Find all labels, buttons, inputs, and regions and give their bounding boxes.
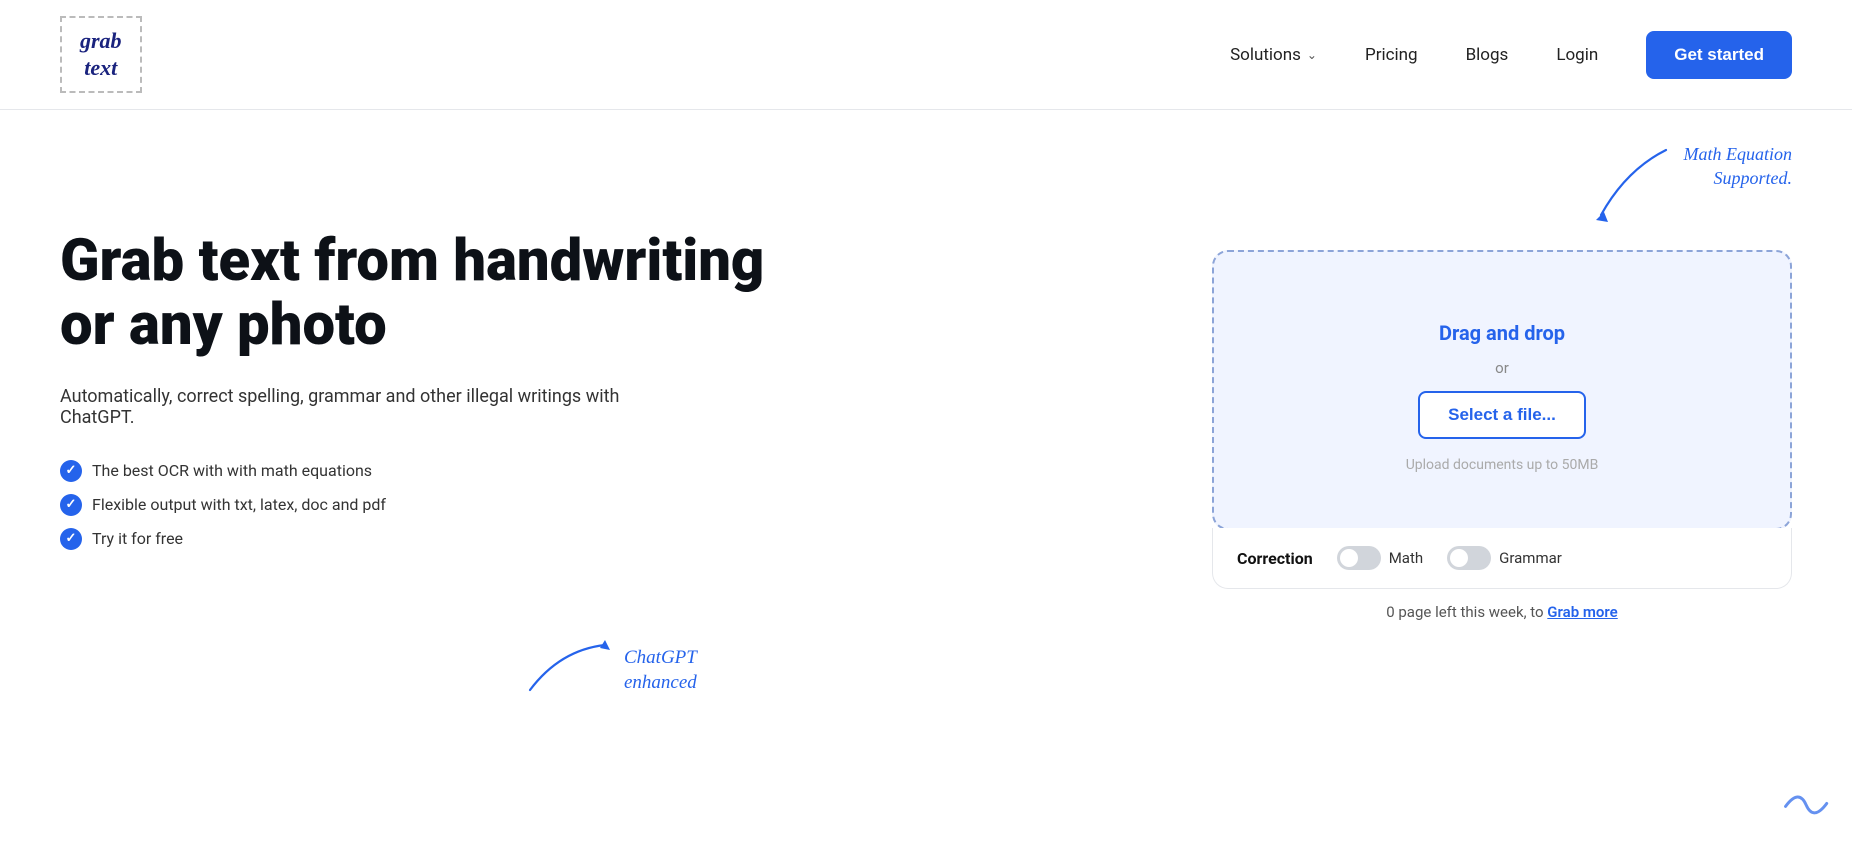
math-annotation: Math EquationSupported. (1546, 140, 1793, 230)
logo-line2: text (80, 55, 122, 81)
feature-list: The best OCR with with math equations Fl… (60, 460, 1152, 550)
upload-dropzone[interactable]: Drag and drop or Select a file... Upload… (1212, 250, 1792, 530)
feature-item-3: Try it for free (60, 528, 1152, 550)
page-left-bar: 0 page left this week, to Grab more (1212, 589, 1792, 629)
nav-login[interactable]: Login (1556, 45, 1598, 65)
math-toggle[interactable] (1337, 546, 1381, 570)
page-left-text: 0 page left this week, to (1386, 603, 1543, 621)
feature-item-2: Flexible output with txt, latex, doc and… (60, 494, 1152, 516)
correction-bar: Correction Math Grammar (1212, 528, 1792, 589)
hero-section: Grab text from handwriting or any photo … (60, 170, 1152, 550)
nav-solutions[interactable]: Solutions ⌄ (1230, 45, 1317, 65)
drag-drop-label: Drag and drop (1439, 321, 1565, 345)
or-label: or (1495, 359, 1509, 377)
check-icon-3 (60, 528, 82, 550)
hero-title: Grab text from handwriting or any photo (60, 230, 780, 358)
feature-item-1: The best OCR with with math equations (60, 460, 1152, 482)
correction-label: Correction (1237, 549, 1313, 568)
upload-section: Math EquationSupported. Drag and drop or… (1212, 170, 1792, 629)
grammar-toggle[interactable] (1447, 546, 1491, 570)
select-file-button[interactable]: Select a file... (1418, 391, 1586, 439)
grab-more-link[interactable]: Grab more (1547, 603, 1617, 621)
logo[interactable]: grab text (60, 16, 142, 93)
math-arrow-icon (1546, 140, 1676, 230)
get-started-button[interactable]: Get started (1646, 31, 1792, 79)
math-toggle-label: Math (1389, 549, 1423, 567)
chatgpt-label: ChatGPTenhanced (624, 645, 697, 696)
header: grab text Solutions ⌄ Pricing Blogs Logi… (0, 0, 1852, 110)
chevron-down-icon: ⌄ (1307, 48, 1317, 62)
check-icon-2 (60, 494, 82, 516)
check-icon-1 (60, 460, 82, 482)
logo-line1: grab (80, 28, 122, 54)
hero-subtitle: Automatically, correct spelling, grammar… (60, 386, 640, 428)
wave-decoration-icon (1777, 766, 1837, 834)
feature-text-3: Try it for free (92, 529, 183, 548)
chatgpt-annotation: ChatGPTenhanced (520, 630, 697, 700)
math-equation-label: Math EquationSupported. (1684, 140, 1793, 191)
math-toggle-group: Math (1337, 546, 1423, 570)
upload-hint: Upload documents up to 50MB (1406, 457, 1599, 473)
nav-blogs[interactable]: Blogs (1466, 45, 1509, 65)
feature-text-1: The best OCR with with math equations (92, 461, 372, 480)
grammar-toggle-group: Grammar (1447, 546, 1562, 570)
feature-text-2: Flexible output with txt, latex, doc and… (92, 495, 386, 514)
grammar-toggle-label: Grammar (1499, 549, 1562, 567)
nav: Solutions ⌄ Pricing Blogs Login Get star… (1230, 31, 1792, 79)
nav-pricing[interactable]: Pricing (1365, 45, 1418, 65)
main-content: Grab text from handwriting or any photo … (0, 110, 1852, 860)
chatgpt-arrow-icon (520, 630, 620, 700)
